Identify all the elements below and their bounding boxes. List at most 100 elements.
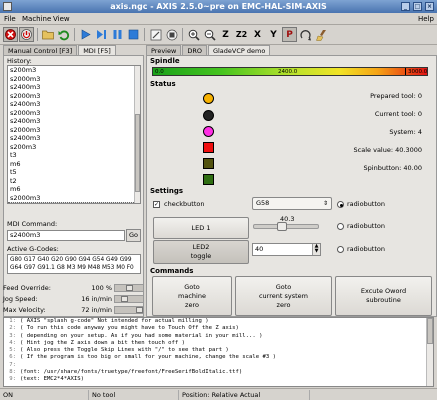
feed-override-label: Feed Override: (3, 284, 51, 292)
max-velocity-slider[interactable] (114, 306, 144, 314)
max-velocity-row: Max Velocity: 72 in/min (3, 305, 144, 315)
history-item[interactable]: s2400m3 (8, 117, 140, 126)
radiobutton-3[interactable] (337, 246, 344, 253)
spinbutton[interactable]: 40 ▲ ▼ (252, 243, 321, 256)
machine-power-icon[interactable] (19, 27, 34, 42)
history-scroll-thumb[interactable] (135, 114, 140, 192)
gcode-line[interactable]: 6: ( If the program is too big or small f… (4, 354, 433, 361)
history-item[interactable]: s200m3 (8, 66, 140, 75)
tab-preview[interactable]: Preview (146, 45, 182, 55)
history-scrollbar[interactable] (134, 66, 140, 203)
active-gcodes-line: G64 G97 G91.1 G8 M3 M9 M48 M53 M0 F0 (10, 265, 134, 271)
rotate-view-icon[interactable] (298, 27, 313, 42)
gcode-listing[interactable]: 1: ( AXIS "splash g-code" Not intended fo… (3, 317, 434, 387)
gcode-line-number: 9: (9, 376, 16, 383)
block-delete-icon[interactable] (148, 27, 163, 42)
history-item[interactable]: s2000m3 (8, 92, 140, 101)
coordinate-system-combo[interactable]: G58 ⇕ (252, 197, 332, 210)
history-item[interactable]: s2000m3 (8, 75, 140, 84)
gcode-line[interactable]: 3: ( depending on your setup. As if you h… (4, 333, 433, 340)
view-z-icon[interactable]: Z (218, 27, 233, 42)
view-x-icon[interactable]: X (250, 27, 265, 42)
gcode-line[interactable]: 9: (text: EMC2*4*AXIS) (4, 376, 433, 383)
stop-icon[interactable] (126, 27, 141, 42)
clear-plot-icon[interactable] (314, 27, 329, 42)
history-item[interactable]: s2400m3 (8, 202, 140, 203)
history-item[interactable]: s2400m3 (8, 134, 140, 143)
led1-button[interactable]: LED 1 (153, 217, 249, 239)
spin-arrows-icon[interactable]: ▲ ▼ (312, 244, 320, 255)
radiobutton-3-label[interactable]: radiobutton (347, 245, 385, 253)
history-item[interactable]: s2400m3 (8, 100, 140, 109)
led2-toggle-button[interactable]: LED2 toggle (153, 240, 249, 264)
execute-oword-button[interactable]: Excute Oword subroutine (335, 276, 432, 316)
goto-current-system-zero-button[interactable]: Goto current system zero (235, 276, 332, 316)
jog-speed-knob[interactable] (121, 296, 129, 302)
radiobutton-1-label[interactable]: radiobutton (347, 200, 385, 208)
gcode-line[interactable]: 1: ( AXIS "splash g-code" Not intended fo… (4, 318, 433, 325)
optional-stop-icon[interactable] (164, 27, 179, 42)
code-scrollbar[interactable] (426, 318, 433, 386)
zoom-in-icon[interactable] (186, 27, 201, 42)
menu-view[interactable]: View (53, 15, 70, 23)
tab-gladevcp-demo[interactable]: GladeVCP demo (207, 45, 271, 55)
reload-icon[interactable] (56, 27, 71, 42)
scale-slider-knob[interactable] (276, 222, 287, 231)
history-item[interactable]: m6 (8, 185, 140, 194)
mdi-history-list[interactable]: s200m3 s2000m3 s2400m3 s2000m3 s2400m3 s2000m… (7, 65, 141, 204)
spindle-speed-bar: 0.0 2400.0 3000.0 (152, 67, 428, 76)
gcode-line[interactable]: 8: (font: /usr/share/fonts/truetype/freef… (4, 369, 433, 376)
gcode-line[interactable]: 5: ( Also press the Toggle Skip Lines wit… (4, 347, 433, 354)
gcode-line-text: ( Also press the Toggle Skip Lines with … (20, 347, 229, 354)
run-icon[interactable] (78, 27, 93, 42)
jog-speed-label: Jog Speed: (3, 295, 38, 303)
history-item[interactable]: m6 (8, 160, 140, 169)
radiobutton-2-label[interactable]: radiobutton (347, 222, 385, 230)
history-item[interactable]: s2000m3 (8, 109, 140, 118)
history-item[interactable]: t5 (8, 168, 140, 177)
radiobutton-2[interactable] (337, 223, 344, 230)
radiobutton-1[interactable] (337, 201, 344, 208)
open-file-icon[interactable] (40, 27, 55, 42)
minimize-icon[interactable]: _ (401, 2, 410, 11)
step-icon[interactable] (94, 27, 109, 42)
mdi-command-input[interactable]: s2400m3 (7, 230, 125, 241)
history-item[interactable]: t2 (8, 177, 140, 186)
estop-icon[interactable] (3, 27, 18, 42)
history-item[interactable]: s2400m3 (8, 83, 140, 92)
feed-override-knob[interactable] (125, 285, 133, 291)
gcode-line[interactable]: 7: (4, 362, 433, 369)
max-velocity-knob[interactable] (136, 307, 143, 313)
gcode-line[interactable]: 4: ( Hint jog the Z axis down a bit then … (4, 340, 433, 347)
gcode-line[interactable]: 2: ( To run this code anyway you might ha… (4, 325, 433, 332)
tab-mdi[interactable]: MDI [F5] (78, 45, 116, 55)
view-z2-icon[interactable]: Z2 (234, 27, 249, 42)
close-icon[interactable]: × (425, 2, 434, 11)
status-heading: Status (150, 80, 176, 88)
menu-machine[interactable]: Machine (22, 15, 51, 23)
feed-override-slider[interactable] (114, 284, 144, 292)
tab-dro[interactable]: DRO (182, 45, 207, 55)
pause-icon[interactable] (110, 27, 125, 42)
history-item[interactable]: t3 (8, 151, 140, 160)
checkbutton-box[interactable]: ✓ (153, 201, 160, 208)
history-item[interactable]: s200m3 (8, 143, 140, 152)
maximize-icon[interactable]: □ (413, 2, 422, 11)
history-item[interactable]: s2000m3 (8, 126, 140, 135)
view-y-icon[interactable]: Y (266, 27, 281, 42)
goto-machine-zero-button[interactable]: Goto machine zero (152, 276, 232, 316)
checkbutton-label[interactable]: checkbutton (164, 200, 204, 208)
tab-manual-control[interactable]: Manual Control [F3] (3, 45, 78, 55)
menu-help[interactable]: Help (418, 15, 434, 23)
toolbar-separator (182, 28, 183, 41)
scale-slider[interactable] (253, 222, 319, 231)
view-p-icon[interactable]: P (282, 27, 297, 42)
go-button[interactable]: Go (126, 229, 141, 242)
history-item[interactable]: s2000m3 (8, 194, 140, 203)
menu-file[interactable]: File (4, 15, 16, 23)
status-led-magenta (203, 126, 214, 137)
code-scroll-thumb[interactable] (427, 318, 433, 344)
title-bar[interactable]: axis.ngc - AXIS 2.5.0~pre on EMC-HAL-SIM… (0, 0, 437, 13)
zoom-out-icon[interactable] (202, 27, 217, 42)
jog-speed-slider[interactable] (114, 295, 144, 303)
